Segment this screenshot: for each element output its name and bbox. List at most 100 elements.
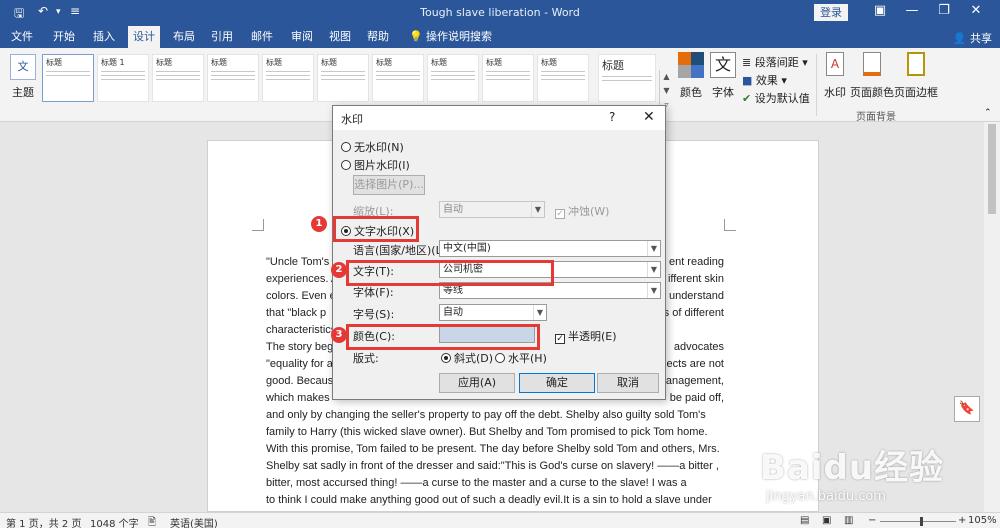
colors-icon xyxy=(678,52,704,78)
style-set-thumb[interactable]: 标题 xyxy=(537,54,589,102)
zoom-slider-knob[interactable] xyxy=(920,517,923,526)
chevron-down-icon: ▾ xyxy=(781,74,787,87)
gallery-down-icon[interactable]: ▼ xyxy=(660,84,673,98)
size-select[interactable]: 自动 ▼ xyxy=(439,304,547,321)
status-bar: 第 1 页，共 2 页 1048 个字 🖹 英语(美国) ▤ ▣ ▥ − + 1… xyxy=(0,512,1000,528)
thumb-line xyxy=(211,75,255,76)
thumb-line xyxy=(376,79,420,80)
picture-watermark-option[interactable]: 图片水印(I) xyxy=(341,157,410,173)
page-color-button[interactable]: 页面颜色 xyxy=(850,52,894,100)
tab-file[interactable]: 文件 xyxy=(6,26,38,48)
style-set-thumb[interactable]: 标题 xyxy=(317,54,369,102)
style-thumb-label: 标题 xyxy=(486,58,502,67)
ribbon-display-options-icon[interactable]: ▣ xyxy=(870,3,890,18)
help-button[interactable]: ? xyxy=(609,110,615,124)
close-window-icon[interactable]: ✕ xyxy=(966,3,986,18)
thumb-line xyxy=(156,75,200,76)
zoom-slider[interactable] xyxy=(880,521,956,522)
colors-button[interactable]: 颜色 xyxy=(676,52,706,100)
fonts-icon: 文 xyxy=(710,52,736,78)
radio-picture-watermark[interactable] xyxy=(341,160,351,170)
style-set-thumb[interactable]: 标题 xyxy=(207,54,259,102)
tab-layout[interactable]: 布局 xyxy=(168,26,200,48)
title-bar: 🖫 ↶ ▾ ≡ Tough slave liberation - Word 登录… xyxy=(0,0,1000,26)
themes-button[interactable]: 文 主题 xyxy=(8,54,38,100)
style-set-thumb[interactable]: 标题 1 xyxy=(97,54,149,102)
zoom-in-icon[interactable]: + xyxy=(958,515,966,526)
thumb-line xyxy=(211,71,255,72)
ribbon-tabs: 文件 开始 插入 设计 布局 引用 邮件 审阅 视图 帮助 💡 操作说明搜索 👤… xyxy=(0,26,1000,48)
style-set-thumb[interactable]: 标题 xyxy=(482,54,534,102)
style-set-thumb[interactable]: 标题 xyxy=(42,54,94,102)
washout-option[interactable]: ✓ 冲蚀(W) xyxy=(555,203,609,219)
diagonal-option[interactable]: 斜式(D) xyxy=(441,350,493,366)
paragraph-spacing-icon: ≣ xyxy=(742,56,752,69)
thumb-line xyxy=(541,75,585,76)
style-set-thumb[interactable]: 标题 xyxy=(152,54,204,102)
language-status[interactable]: 英语(美国) xyxy=(170,515,218,528)
print-layout-icon[interactable]: ▣ xyxy=(822,515,831,526)
cancel-button[interactable]: 取消 xyxy=(597,373,659,393)
language-value: 中文(中国) xyxy=(443,243,491,254)
tab-insert[interactable]: 插入 xyxy=(88,26,120,48)
word-count[interactable]: 1048 个字 xyxy=(90,515,139,528)
scroll-thumb[interactable] xyxy=(988,124,996,214)
style-set-thumb[interactable]: 标题 xyxy=(598,54,656,102)
thumb-line xyxy=(321,79,365,80)
tab-design[interactable]: 设计 xyxy=(128,26,160,48)
set-as-default-button[interactable]: ✔ 设为默认值 xyxy=(742,90,810,106)
share-button[interactable]: 👤 共享 xyxy=(953,30,992,46)
language-select[interactable]: 中文(中国) ▼ xyxy=(439,240,661,257)
ok-button[interactable]: 确定 xyxy=(519,373,595,393)
bookmark-icon[interactable]: 🔖 xyxy=(954,396,980,422)
radio-horizontal[interactable] xyxy=(495,353,505,363)
minimize-icon[interactable]: — xyxy=(902,3,922,18)
watermark-label: 水印 xyxy=(824,86,846,99)
page-borders-button[interactable]: 页面边框 xyxy=(894,52,938,100)
page-count[interactable]: 第 1 页，共 2 页 xyxy=(6,515,81,528)
collapse-ribbon-icon[interactable]: ⌃ xyxy=(984,108,992,118)
washout-checkbox[interactable]: ✓ xyxy=(555,209,565,219)
watermark-button[interactable]: A 水印 xyxy=(822,52,848,100)
effects-button[interactable]: ■ 效果 ▾ xyxy=(742,72,787,88)
tab-mailings[interactable]: 邮件 xyxy=(246,26,278,48)
thumb-line xyxy=(101,79,145,80)
thumb-line xyxy=(376,71,420,72)
proofing-icon[interactable]: 🖹 xyxy=(148,515,156,528)
zoom-level[interactable]: 105% xyxy=(968,515,997,526)
washout-label: 冲蚀(W) xyxy=(568,205,610,218)
document-line: family to Harry (this wicked slave owner… xyxy=(266,426,708,438)
tell-me-search[interactable]: 操作说明搜索 xyxy=(426,26,492,48)
crop-mark xyxy=(724,219,736,231)
dialog-close-button[interactable]: ✕ xyxy=(643,109,655,125)
select-picture-button[interactable]: 选择图片(P)... xyxy=(353,175,425,195)
radio-diagonal[interactable] xyxy=(441,353,451,363)
thumb-line xyxy=(156,79,200,80)
semitransparent-checkbox[interactable]: ✓ xyxy=(555,334,565,344)
tab-references[interactable]: 引用 xyxy=(206,26,238,48)
document-fragment: advocates xyxy=(673,341,724,353)
zoom-out-icon[interactable]: − xyxy=(868,515,876,526)
restore-icon[interactable]: ❐ xyxy=(934,3,954,18)
radio-no-watermark[interactable] xyxy=(341,142,351,152)
web-layout-icon[interactable]: ▥ xyxy=(844,515,853,526)
horizontal-option[interactable]: 水平(H) xyxy=(495,350,547,366)
no-watermark-option[interactable]: 无水印(N) xyxy=(341,139,404,155)
tab-home[interactable]: 开始 xyxy=(48,26,80,48)
tab-review[interactable]: 审阅 xyxy=(286,26,318,48)
step-badge-3: 3 xyxy=(331,327,347,343)
paragraph-spacing-button[interactable]: ≣ 段落间距 ▾ xyxy=(742,54,808,70)
tab-help[interactable]: 帮助 xyxy=(362,26,394,48)
style-set-thumb[interactable]: 标题 xyxy=(427,54,479,102)
scale-select[interactable]: 自动 ▼ xyxy=(439,201,545,218)
apply-button[interactable]: 应用(A) xyxy=(439,373,515,393)
tab-view[interactable]: 视图 xyxy=(324,26,356,48)
login-button[interactable]: 登录 xyxy=(814,4,848,21)
thumb-line xyxy=(541,79,585,80)
fonts-button[interactable]: 文 字体 xyxy=(708,52,738,100)
semitransparent-option[interactable]: ✓ 半透明(E) xyxy=(555,328,617,344)
gallery-up-icon[interactable]: ▲ xyxy=(660,70,673,84)
style-set-thumb[interactable]: 标题 xyxy=(262,54,314,102)
read-mode-icon[interactable]: ▤ xyxy=(800,515,809,526)
style-set-thumb[interactable]: 标题 xyxy=(372,54,424,102)
